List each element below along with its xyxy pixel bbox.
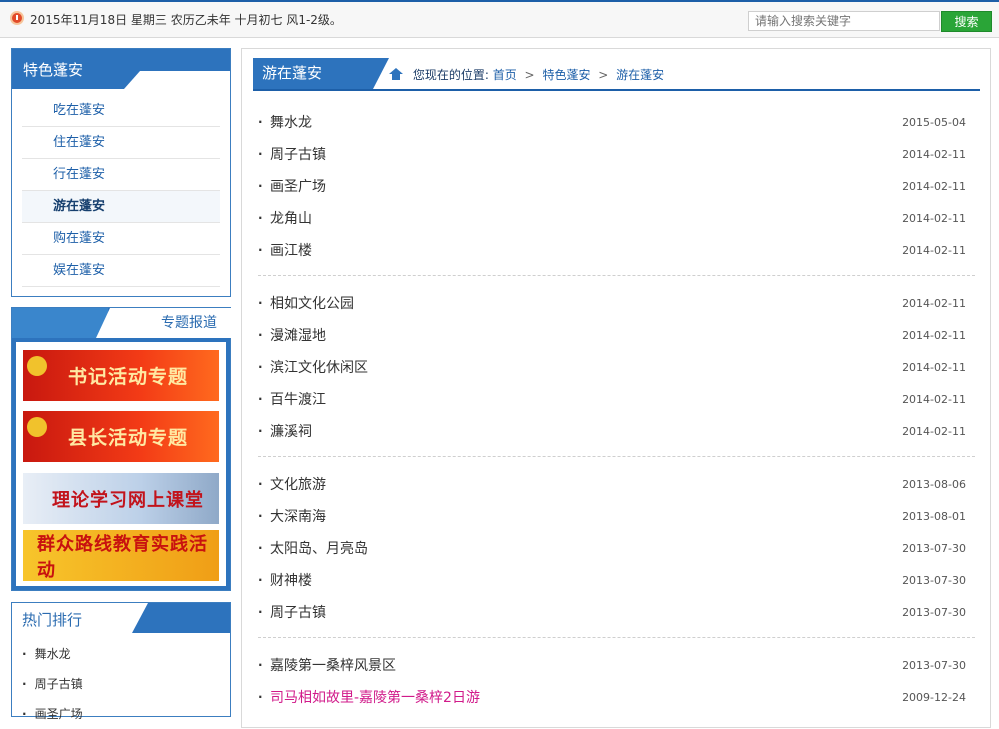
list-item[interactable]: · 司马相如故里-嘉陵第一桑梓2日游 2009-12-24 [258, 681, 975, 713]
sidebar-item-travel[interactable]: 行在蓬安 [22, 159, 220, 191]
hot-ranking-title: 热门排行 [22, 611, 83, 629]
party-emblem-icon [27, 417, 47, 437]
list-item[interactable]: · 大深南海 2013-08-01 [258, 500, 975, 532]
breadcrumb-current[interactable]: 游在蓬安 [616, 68, 664, 82]
home-icon [389, 68, 403, 80]
sidebar-item-stay[interactable]: 住在蓬安 [22, 127, 220, 159]
hot-item[interactable]: 画圣广场 [22, 699, 220, 729]
breadcrumb: 您现在的位置: 首页 > 特色蓬安 > 游在蓬安 [389, 66, 664, 83]
article-group: · 文化旅游 2013-08-06 · 大深南海 2013-08-01 · 太阳岛、月亮岛… [258, 468, 975, 628]
hot-ranking-list: 舞水龙 周子古镇 画圣广场 [12, 633, 230, 729]
banner-theory-study[interactable]: 理论学习网上课堂 [23, 473, 219, 524]
list-item[interactable]: · 龙角山 2014-02-11 [258, 202, 975, 234]
article-group: · 嘉陵第一桑梓风景区 2013-07-30 · 司马相如故里-嘉陵第一桑梓2日游 20… [258, 649, 975, 713]
hot-item[interactable]: 舞水龙 [22, 639, 220, 669]
hot-ranking-panel: 热门排行 舞水龙 周子古镇 画圣广场 [11, 602, 231, 721]
group-divider [258, 456, 975, 457]
list-item[interactable]: · 滨江文化休闲区 2014-02-11 [258, 351, 975, 383]
search-input[interactable] [748, 11, 940, 31]
list-item[interactable]: · 文化旅游 2013-08-06 [258, 468, 975, 500]
list-item[interactable]: · 财神楼 2013-07-30 [258, 564, 975, 596]
list-item[interactable]: · 太阳岛、月亮岛 2013-07-30 [258, 532, 975, 564]
sidebar-item-eat[interactable]: 吃在蓬安 [22, 95, 220, 127]
breadcrumb-home[interactable]: 首页 [493, 68, 517, 82]
special-report-panel: 专题报道 书记活动专题 县长活动专题 理论学习网上课堂 群众路线教育实践活动 [11, 307, 231, 591]
banner-secretary[interactable]: 书记活动专题 [23, 350, 219, 401]
search-button[interactable]: 搜索 [941, 11, 992, 32]
date-weather-text: 2015年11月18日 星期三 农历乙未年 十月初七 风1-2级。 [30, 13, 342, 27]
clock-icon [10, 11, 24, 25]
top-bar: 2015年11月18日 星期三 农历乙未年 十月初七 风1-2级。 搜索 [0, 0, 999, 38]
special-report-header: 专题报道 [12, 308, 231, 338]
hot-ranking-title-bar: 热门排行 [12, 603, 230, 633]
breadcrumb-prefix: 您现在的位置: [412, 68, 489, 82]
main-content: 游在蓬安 您现在的位置: 首页 > 特色蓬安 > 游在蓬安 · 舞水龙 2015-0… [241, 48, 991, 728]
list-item[interactable]: · 濂溪祠 2014-02-11 [258, 415, 975, 447]
list-item[interactable]: · 周子古镇 2013-07-30 [258, 596, 975, 628]
group-divider [258, 637, 975, 638]
special-report-title: 专题报道 [96, 308, 231, 338]
article-group: · 相如文化公园 2014-02-11 · 漫滩湿地 2014-02-11 · 滨江文化休… [258, 287, 975, 447]
list-item[interactable]: · 周子古镇 2014-02-11 [258, 138, 975, 170]
list-item[interactable]: · 画江楼 2014-02-11 [258, 234, 975, 266]
sidebar-title-bar: 特色蓬安 [12, 49, 230, 89]
article-group: · 舞水龙 2015-05-04 · 周子古镇 2014-02-11 · 画圣广场 2014… [258, 106, 975, 266]
hot-item[interactable]: 周子古镇 [22, 669, 220, 699]
list-item[interactable]: · 漫滩湿地 2014-02-11 [258, 319, 975, 351]
sidebar-title: 特色蓬安 [23, 61, 84, 79]
breadcrumb-separator-icon: > [524, 68, 535, 82]
list-item[interactable]: · 嘉陵第一桑梓风景区 2013-07-30 [258, 649, 975, 681]
special-report-banners: 书记活动专题 县长活动专题 理论学习网上课堂 群众路线教育实践活动 [16, 342, 226, 586]
banner-county-head[interactable]: 县长活动专题 [23, 411, 219, 462]
list-item[interactable]: · 相如文化公园 2014-02-11 [258, 287, 975, 319]
main-header: 游在蓬安 您现在的位置: 首页 > 特色蓬安 > 游在蓬安 [253, 58, 980, 91]
group-divider [258, 275, 975, 276]
sidebar-feature-panel: 特色蓬安 吃在蓬安 住在蓬安 行在蓬安 游在蓬安 购在蓬安 娱在蓬安 [11, 48, 231, 297]
breadcrumb-separator-icon: > [598, 68, 609, 82]
list-item[interactable]: · 画圣广场 2014-02-11 [258, 170, 975, 202]
breadcrumb-feature[interactable]: 特色蓬安 [542, 68, 590, 82]
list-item[interactable]: · 百牛渡江 2014-02-11 [258, 383, 975, 415]
party-emblem-icon [27, 356, 47, 376]
sidebar-item-shop[interactable]: 购在蓬安 [22, 223, 220, 255]
sidebar-nav: 吃在蓬安 住在蓬安 行在蓬安 游在蓬安 购在蓬安 娱在蓬安 [12, 89, 230, 287]
banner-mass-line[interactable]: 群众路线教育实践活动 [23, 530, 219, 581]
sidebar-item-entertain[interactable]: 娱在蓬安 [22, 255, 220, 287]
list-item[interactable]: · 舞水龙 2015-05-04 [258, 106, 975, 138]
sidebar-item-tour[interactable]: 游在蓬安 [22, 191, 220, 223]
main-tab-title: 游在蓬安 [253, 58, 389, 89]
